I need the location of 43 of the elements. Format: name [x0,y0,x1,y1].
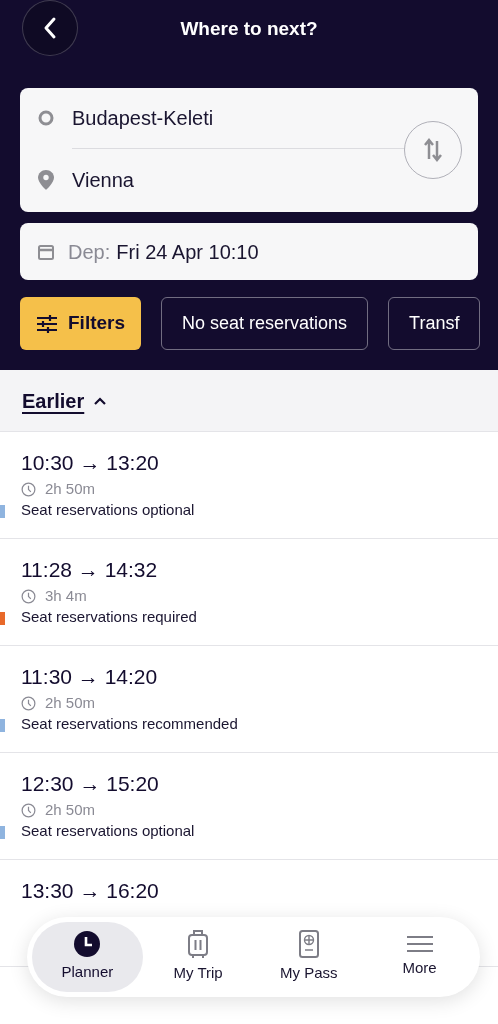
clock-icon [73,930,102,959]
clock-icon [21,481,36,497]
reservation-text: Seat reservations required [21,606,197,627]
destination-field[interactable]: Vienna [72,165,134,195]
journey-times: 11:28 → 14:32 [21,557,159,583]
reservation-text: Seat reservations recommended [21,713,238,734]
menu-icon [405,934,434,955]
suitcase-icon [187,929,210,960]
calendar-icon [38,243,54,260]
journey-times: 10:30 → 13:20 [21,450,160,476]
filters-button[interactable]: Filters [20,297,142,350]
journey-row[interactable]: 12:30 → 15:20 2h 50m Seat reservations optional [0,753,498,860]
clock-icon [21,695,36,711]
clock-icon [21,802,36,818]
journey-row[interactable]: 10:30 → 13:20 2h 50m Seat reservations optional [0,432,498,539]
journey-duration: 2h 50m [45,478,96,499]
filter-chip[interactable]: Transf [388,297,481,350]
back-icon [43,16,57,40]
departure-field[interactable]: Dep: Fri 24 Apr 10:10 [20,223,478,280]
journey-duration: 2h 50m [45,692,96,713]
journey-times: 11:30 → 14:20 [21,664,159,690]
filter-chip[interactable]: No seat reservations [161,297,369,350]
departure-value: Fri 24 Apr 10:10 [116,239,259,265]
tab[interactable]: Planner [32,922,143,992]
back-button[interactable] [22,0,78,56]
journey-row[interactable]: 11:30 → 14:20 2h 50m Seat reservations recommended [0,646,498,753]
reservation-text: Seat reservations optional [21,499,195,520]
swap-icon [422,137,444,163]
clock-icon [21,588,36,604]
location-pin-icon [38,170,54,190]
journey-duration: 2h 50m [45,799,96,820]
sliders-icon [36,314,58,333]
journey-times: 13:30 → 16:20 [21,878,160,904]
journey-row[interactable]: 11:28 → 14:32 3h 4m Seat reservations required [0,539,498,646]
journey-times: 12:30 → 15:20 [21,771,160,797]
earlier-link[interactable]: Earlier [22,385,85,416]
origin-icon [38,110,54,126]
journey-duration: 3h 4m [45,585,87,606]
passport-icon [297,929,320,960]
reservation-text: Seat reservations optional [21,820,195,841]
screen-title: Where to next? [180,16,318,41]
departure-label: Dep: [68,239,111,265]
origin-field[interactable]: Budapest-Keleti [72,103,214,133]
